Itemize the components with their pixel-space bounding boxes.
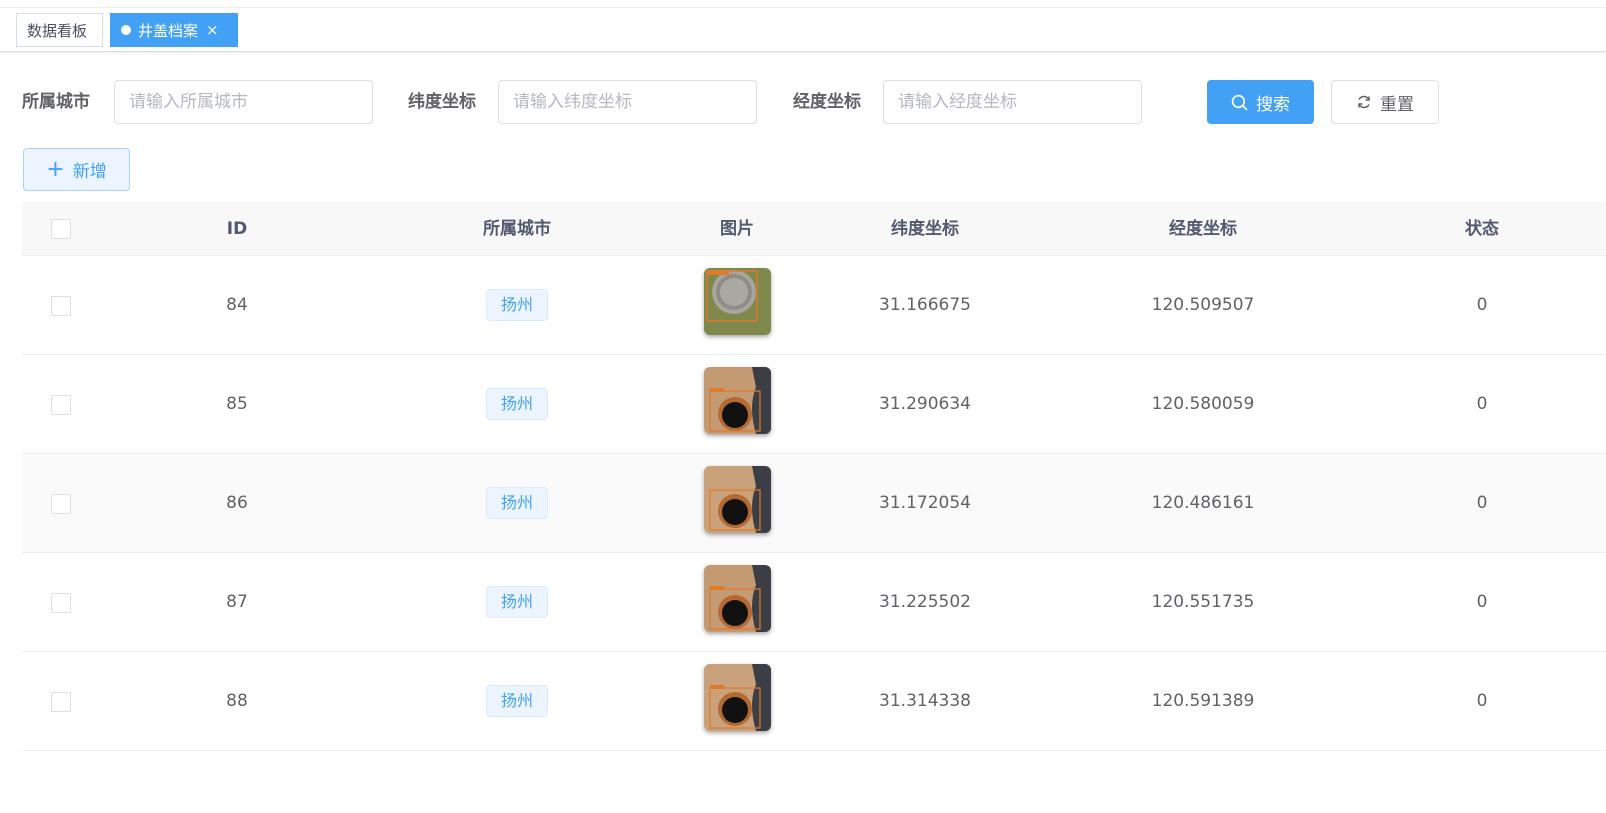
table-row[interactable]: 86 扬州 31.172054 120.486161 0 bbox=[22, 454, 1606, 553]
active-dot-icon bbox=[121, 25, 131, 35]
cell-lat: 31.225502 bbox=[879, 592, 971, 612]
cell-id: 87 bbox=[226, 592, 248, 612]
tab-dashboard[interactable]: 数据看板 bbox=[16, 13, 103, 47]
manhole-table: ID 所属城市 图片 纬度坐标 经度坐标 状态 84 扬州 31.166675 … bbox=[22, 202, 1606, 751]
tab-manhole-archive[interactable]: 井盖档案 × bbox=[110, 13, 238, 47]
cell-lng: 120.486161 bbox=[1151, 493, 1255, 513]
table-row[interactable]: 85 扬州 31.290634 120.580059 0 bbox=[22, 355, 1606, 454]
column-header-lng[interactable]: 经度坐标 bbox=[1118, 202, 1288, 256]
cell-status: 0 bbox=[1476, 592, 1488, 612]
lng-filter-label: 经度坐标 bbox=[793, 92, 861, 112]
cell-city: 扬州 bbox=[432, 553, 602, 652]
select-all-checkbox[interactable] bbox=[51, 219, 71, 239]
cell-lng: 120.580059 bbox=[1151, 394, 1255, 414]
add-button-label: 新增 bbox=[72, 162, 107, 182]
cell-status: 0 bbox=[1476, 493, 1488, 513]
tab-manhole-archive-label: 井盖档案 bbox=[138, 21, 199, 40]
city-tag: 扬州 bbox=[485, 487, 548, 519]
reset-button[interactable]: 重置 bbox=[1331, 80, 1439, 124]
cell-city: 扬州 bbox=[432, 355, 602, 454]
lng-search-input[interactable] bbox=[883, 80, 1142, 124]
row-checkbox[interactable] bbox=[51, 494, 71, 514]
city-tag: 扬州 bbox=[485, 586, 548, 618]
row-checkbox[interactable] bbox=[51, 296, 71, 316]
column-header-lat[interactable]: 纬度坐标 bbox=[840, 202, 1010, 256]
tab-dashboard-label: 数据看板 bbox=[27, 21, 88, 40]
search-button[interactable]: 搜索 bbox=[1207, 80, 1314, 124]
table-header: ID 所属城市 图片 纬度坐标 经度坐标 状态 bbox=[22, 202, 1606, 256]
cell-lat: 31.166675 bbox=[879, 295, 971, 315]
cell-lng: 120.591389 bbox=[1151, 691, 1255, 711]
open-manhole-thumbnail[interactable] bbox=[704, 466, 771, 533]
manhole-cover-thumbnail[interactable] bbox=[704, 268, 771, 335]
plus-icon: + bbox=[46, 156, 65, 182]
cell-id: 86 bbox=[226, 493, 248, 513]
top-divider bbox=[0, 0, 1606, 8]
cell-lat: 31.314338 bbox=[879, 691, 971, 711]
table-row[interactable]: 84 扬州 31.166675 120.509507 0 bbox=[22, 256, 1606, 355]
open-manhole-thumbnail[interactable] bbox=[704, 664, 771, 731]
refresh-icon bbox=[1358, 95, 1370, 109]
table-row[interactable]: 87 扬州 31.225502 120.551735 0 bbox=[22, 553, 1606, 652]
column-header-city[interactable]: 所属城市 bbox=[432, 202, 602, 256]
city-tag: 扬州 bbox=[485, 388, 548, 420]
lat-filter-label: 纬度坐标 bbox=[408, 92, 476, 112]
close-icon[interactable]: × bbox=[206, 22, 219, 38]
cell-lng: 120.551735 bbox=[1151, 592, 1255, 612]
row-checkbox[interactable] bbox=[51, 692, 71, 712]
cell-lat: 31.290634 bbox=[879, 394, 971, 414]
row-checkbox[interactable] bbox=[51, 395, 71, 415]
column-header-id[interactable]: ID bbox=[152, 202, 322, 256]
lat-search-input[interactable] bbox=[498, 80, 757, 124]
row-checkbox[interactable] bbox=[51, 593, 71, 613]
search-button-label: 搜索 bbox=[1256, 94, 1290, 115]
cell-city: 扬州 bbox=[432, 454, 602, 553]
cell-lng: 120.509507 bbox=[1151, 295, 1255, 315]
cell-status: 0 bbox=[1476, 691, 1488, 711]
tags-view-bar: 数据看板 井盖档案 × bbox=[0, 8, 1606, 52]
add-button[interactable]: + 新增 bbox=[23, 148, 130, 191]
city-tag: 扬州 bbox=[485, 685, 548, 717]
open-manhole-thumbnail[interactable] bbox=[704, 367, 771, 434]
reset-button-label: 重置 bbox=[1380, 94, 1414, 115]
city-search-input[interactable] bbox=[114, 80, 373, 124]
city-filter-label: 所属城市 bbox=[22, 92, 90, 112]
cell-id: 84 bbox=[226, 295, 248, 315]
cell-status: 0 bbox=[1476, 295, 1488, 315]
cell-id: 85 bbox=[226, 394, 248, 414]
cell-lat: 31.172054 bbox=[879, 493, 971, 513]
column-header-image[interactable]: 图片 bbox=[652, 202, 822, 256]
city-tag: 扬州 bbox=[485, 289, 548, 321]
cell-city: 扬州 bbox=[432, 256, 602, 355]
search-icon bbox=[1231, 94, 1248, 110]
open-manhole-thumbnail[interactable] bbox=[704, 565, 771, 632]
column-header-status[interactable]: 状态 bbox=[1397, 202, 1567, 256]
cell-city: 扬州 bbox=[432, 652, 602, 751]
cell-status: 0 bbox=[1476, 394, 1488, 414]
cell-id: 88 bbox=[226, 691, 248, 711]
table-row[interactable]: 88 扬州 31.314338 120.591389 0 bbox=[22, 652, 1606, 751]
